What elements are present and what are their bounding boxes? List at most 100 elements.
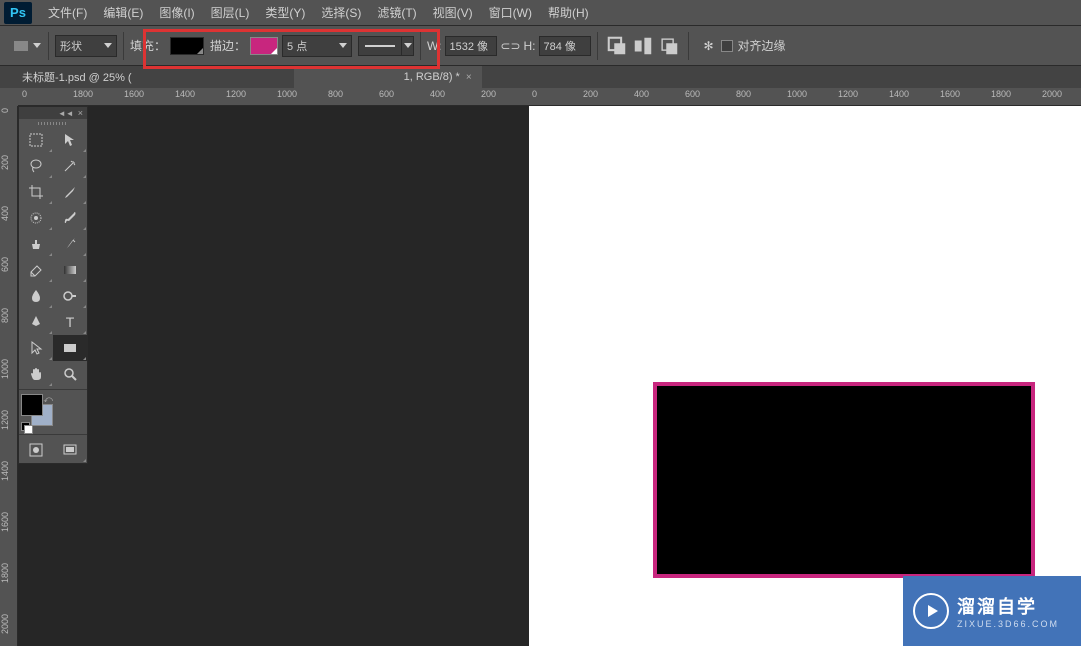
fill-label: 填充： [130,37,166,54]
quick-mask-tool[interactable] [19,437,53,463]
gradient-tool[interactable] [53,257,87,283]
ruler-tick: 1000 [277,89,297,99]
stroke-color-picker[interactable] [250,37,278,55]
ruler-tick: 1400 [889,89,909,99]
ruler-tick: 200 [481,89,496,99]
ruler-tick: 600 [1,257,9,272]
foreground-color-swatch[interactable] [21,394,43,416]
path-alignment-icon[interactable] [632,35,654,57]
menu-view[interactable]: 视图(V) [425,4,481,21]
ruler-tick: 800 [328,89,343,99]
height-input[interactable] [539,36,591,56]
rectangle-tool[interactable] [53,335,87,361]
align-edges-checkbox[interactable] [721,40,733,52]
ruler-tick: 1600 [940,89,960,99]
ruler-tick: 1400 [1,461,9,481]
blur-tool[interactable] [19,283,53,309]
tools-header: ◄◄ × [19,107,87,119]
fill-color-picker[interactable] [170,37,204,55]
stroke-label: 描边： [210,37,246,54]
color-swatches[interactable]: ⤺ [21,394,55,432]
height-label: H: [523,39,535,53]
menu-type[interactable]: 类型(Y) [257,4,313,21]
dodge-tool[interactable] [53,283,87,309]
grip-icon[interactable] [19,119,87,127]
ruler-tick: 1800 [1,563,9,583]
ruler-tick: 600 [379,89,394,99]
clone-stamp-tool[interactable] [19,231,53,257]
ruler-tick: 1400 [175,89,195,99]
ruler-tick: 1200 [838,89,858,99]
ruler-horizontal[interactable]: 0 1800 1600 1400 1200 1000 800 600 400 2… [18,88,1081,106]
collapse-icon[interactable]: ◄◄ [58,109,74,118]
tool-preset-dropdown[interactable] [32,35,42,57]
ruler-tick: 600 [685,89,700,99]
screen-mode-tool[interactable] [53,437,87,463]
stroke-style-dropdown[interactable] [358,36,402,56]
path-arrangement-icon[interactable] [658,35,680,57]
menu-image[interactable]: 图像(I) [151,4,202,21]
eyedropper-tool[interactable] [53,179,87,205]
ruler-tick: 400 [430,89,445,99]
swap-colors-icon[interactable]: ⤺ [43,394,53,405]
type-tool[interactable]: T [53,309,87,335]
brush-tool[interactable] [53,205,87,231]
tab-title: 1, RGB/8) * [404,71,460,83]
hand-tool[interactable] [19,361,53,387]
magic-wand-tool[interactable] [53,153,87,179]
ruler-tick: 1600 [1,512,9,532]
link-wh-icon[interactable]: ⊂⊃ [499,35,521,57]
ruler-tick: 800 [736,89,751,99]
path-operations-icon[interactable] [606,35,628,57]
move-tool[interactable] [53,127,87,153]
canvas[interactable]: 溜溜自学 ZIXUE.3D66.COM [529,106,1081,646]
document-tab-1[interactable]: 未标题-1.psd @ 25% ( [12,66,292,88]
menu-file[interactable]: 文件(F) [40,4,95,21]
watermark: 溜溜自学 ZIXUE.3D66.COM [903,576,1081,646]
marquee-tool[interactable] [19,127,53,153]
tool-preset-picker[interactable] [10,35,32,57]
stroke-style-arrow[interactable] [402,36,414,56]
watermark-title: 溜溜自学 [957,593,1059,619]
ruler-tick: 1600 [124,89,144,99]
watermark-url: ZIXUE.3D66.COM [957,619,1059,629]
svg-text:T: T [66,314,75,330]
document-tab-2[interactable]: 1, RGB/8) * × [294,66,482,88]
rectangle-shape[interactable] [653,382,1035,578]
lasso-tool[interactable] [19,153,53,179]
options-bar: 形状 填充： 描边： 5 点 W: ⊂⊃ H: ✻ 对齐边缘 [0,26,1081,66]
ruler-tick: 1800 [991,89,1011,99]
separator [420,32,421,60]
app-logo: Ps [4,2,32,24]
pen-tool[interactable] [19,309,53,335]
main-area: 0 200 400 600 800 1000 1200 1400 1600 18… [0,106,1081,646]
menu-help[interactable]: 帮助(H) [540,4,597,21]
close-icon[interactable]: × [78,108,83,118]
crop-tool[interactable] [19,179,53,205]
default-colors-icon[interactable] [21,422,33,432]
zoom-tool[interactable] [53,361,87,387]
menu-filter[interactable]: 滤镜(T) [369,4,424,21]
separator [597,32,598,60]
ruler-vertical[interactable]: 0 200 400 600 800 1000 1200 1400 1600 18… [0,106,18,646]
ruler-tick: 1000 [787,89,807,99]
align-edges-label: 对齐边缘 [737,37,785,54]
menu-select[interactable]: 选择(S) [313,4,369,21]
shape-mode-dropdown[interactable]: 形状 [55,35,117,57]
path-selection-tool[interactable] [19,335,53,361]
menu-layer[interactable]: 图层(L) [203,4,258,21]
width-input[interactable] [445,36,497,56]
gear-icon[interactable]: ✻ [697,35,719,57]
close-icon[interactable]: × [466,72,472,83]
play-icon [913,593,949,629]
stroke-width-dropdown[interactable]: 5 点 [282,35,352,57]
eraser-tool[interactable] [19,257,53,283]
ruler-tick: 1200 [1,410,9,430]
history-brush-tool[interactable] [53,231,87,257]
shape-mode-label: 形状 [60,38,82,54]
menu-edit[interactable]: 编辑(E) [95,4,151,21]
menu-window[interactable]: 窗口(W) [481,4,540,21]
healing-brush-tool[interactable] [19,205,53,231]
stroke-width-value: 5 点 [287,38,307,54]
ruler-tick: 200 [583,89,598,99]
